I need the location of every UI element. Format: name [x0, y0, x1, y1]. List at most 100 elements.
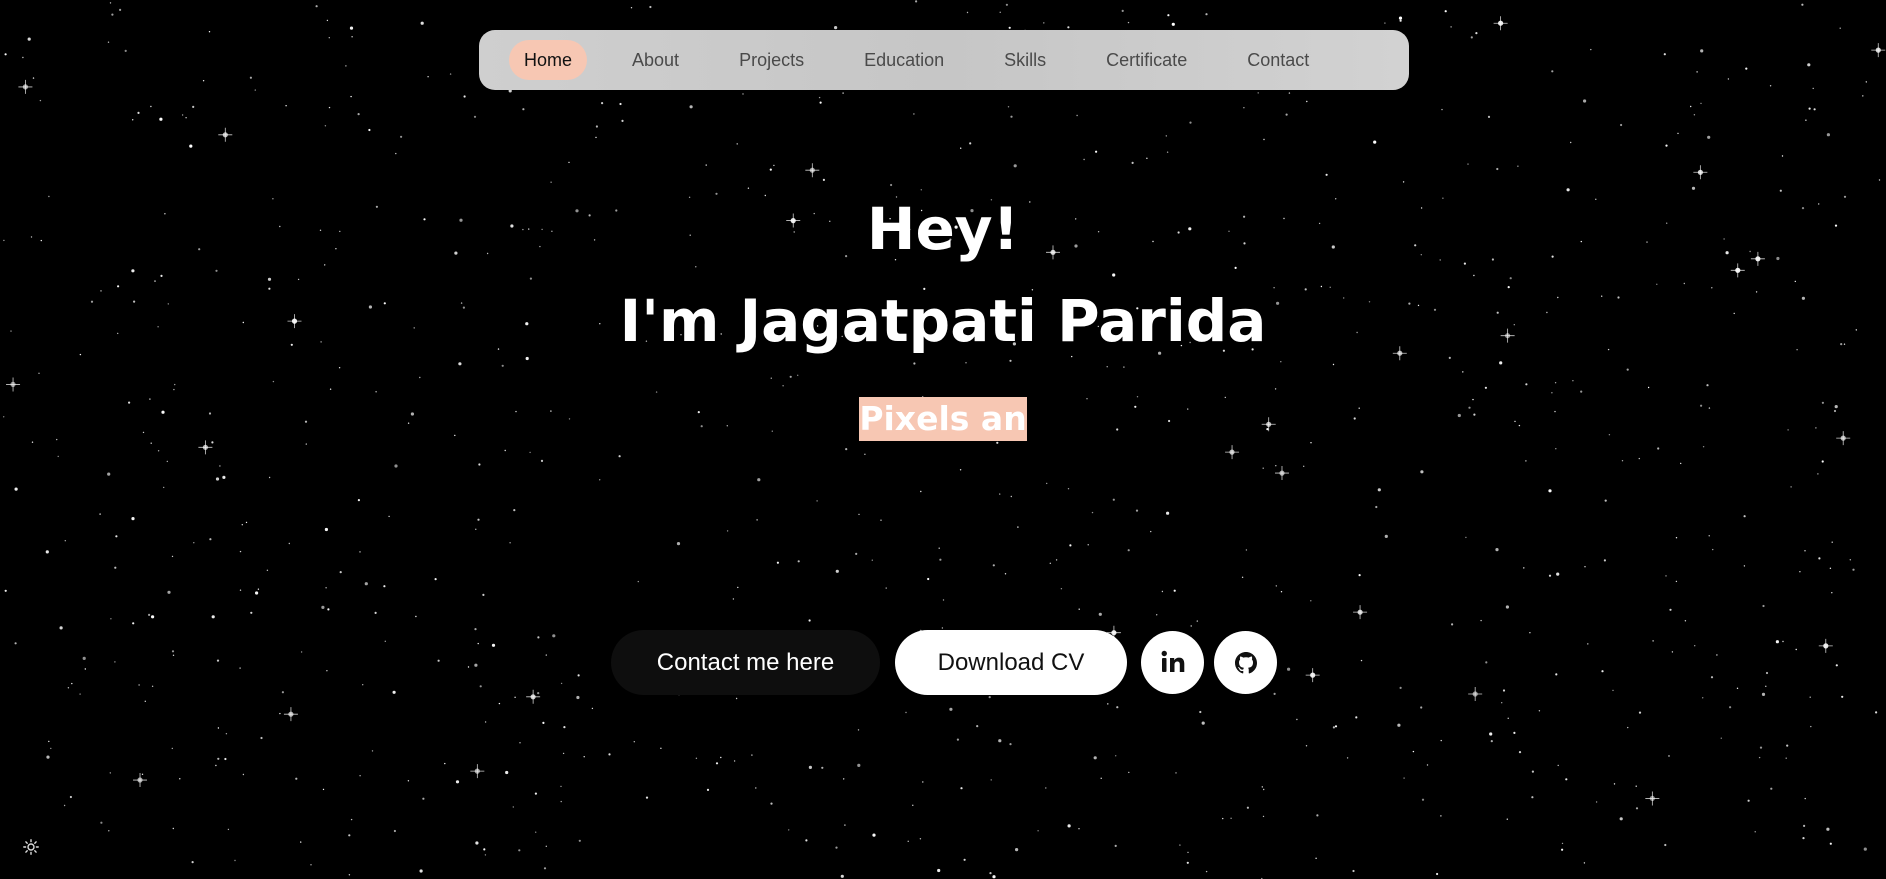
star [1839, 27, 1841, 29]
star [1257, 92, 1259, 94]
star [1087, 544, 1089, 546]
star [1196, 620, 1199, 622]
download-cv-button[interactable]: Download CV [895, 630, 1127, 695]
star [364, 582, 368, 586]
star [751, 754, 753, 756]
star [927, 577, 930, 581]
theme-toggle[interactable] [22, 838, 40, 856]
star [905, 711, 907, 714]
star [1727, 78, 1730, 80]
star [1123, 366, 1125, 368]
nav-item-projects[interactable]: Projects [724, 40, 819, 80]
star [1786, 744, 1789, 747]
star [108, 830, 110, 832]
nav-item-certificate[interactable]: Certificate [1091, 40, 1202, 80]
star [965, 362, 967, 364]
star [475, 528, 477, 530]
star [735, 697, 738, 700]
star [1621, 460, 1624, 462]
star [300, 841, 302, 843]
star [1548, 489, 1552, 493]
star [529, 277, 533, 280]
nav-item-skills[interactable]: Skills [989, 40, 1061, 80]
star [477, 518, 480, 521]
github-button[interactable] [1214, 631, 1277, 694]
star [1358, 574, 1361, 577]
star [1115, 755, 1117, 757]
star [1635, 785, 1637, 787]
star [595, 125, 599, 128]
nav-item-about[interactable]: About [617, 40, 694, 80]
star [1205, 870, 1208, 873]
star [1663, 53, 1666, 56]
star [522, 108, 525, 111]
star [1489, 732, 1493, 736]
star [770, 802, 773, 805]
star [583, 756, 585, 758]
star [171, 650, 175, 653]
star [998, 739, 1002, 743]
star [1377, 488, 1381, 492]
star [14, 642, 17, 645]
nav-item-home[interactable]: Home [509, 40, 588, 80]
star [534, 792, 538, 795]
linkedin-button[interactable] [1141, 631, 1204, 694]
star [192, 105, 195, 108]
star [339, 571, 342, 574]
star-glint [1730, 263, 1745, 278]
star [474, 663, 478, 667]
star [215, 764, 217, 767]
star [915, 0, 918, 3]
star [1505, 605, 1509, 609]
star [208, 31, 211, 33]
star [757, 478, 761, 482]
star [857, 763, 861, 768]
star [560, 785, 562, 788]
star [1398, 16, 1403, 20]
contact-me-button[interactable]: Contact me here [611, 630, 880, 695]
star [1647, 386, 1650, 389]
star-glint [1468, 686, 1483, 701]
star [1296, 718, 1298, 721]
star [392, 690, 396, 694]
star [720, 756, 722, 759]
star [1775, 640, 1779, 644]
nav-item-contact[interactable]: Contact [1232, 40, 1324, 80]
star [1878, 179, 1881, 181]
star [1829, 842, 1832, 845]
star [1412, 750, 1415, 753]
star [645, 796, 649, 799]
star [835, 569, 839, 573]
star [249, 76, 252, 79]
star [1826, 827, 1830, 831]
star [545, 845, 547, 847]
star [388, 515, 390, 518]
nav-item-education[interactable]: Education [849, 40, 959, 80]
star [1285, 113, 1288, 116]
star [371, 750, 374, 752]
star [434, 578, 437, 581]
star [193, 542, 195, 544]
star [1831, 592, 1833, 594]
star [350, 818, 353, 821]
star [560, 682, 563, 685]
star [1310, 600, 1312, 602]
star [1262, 467, 1264, 469]
star [1803, 824, 1806, 828]
star [327, 608, 330, 611]
star [420, 21, 424, 25]
star [816, 500, 818, 502]
star [822, 178, 826, 181]
star [1485, 661, 1488, 664]
star [706, 788, 710, 792]
star [1440, 739, 1442, 742]
star [1729, 706, 1732, 709]
star [1770, 787, 1773, 790]
star [1875, 711, 1878, 714]
star [322, 788, 325, 791]
star [211, 615, 215, 619]
star [478, 463, 481, 466]
star [114, 661, 116, 663]
star [1334, 725, 1338, 728]
star [912, 804, 914, 806]
